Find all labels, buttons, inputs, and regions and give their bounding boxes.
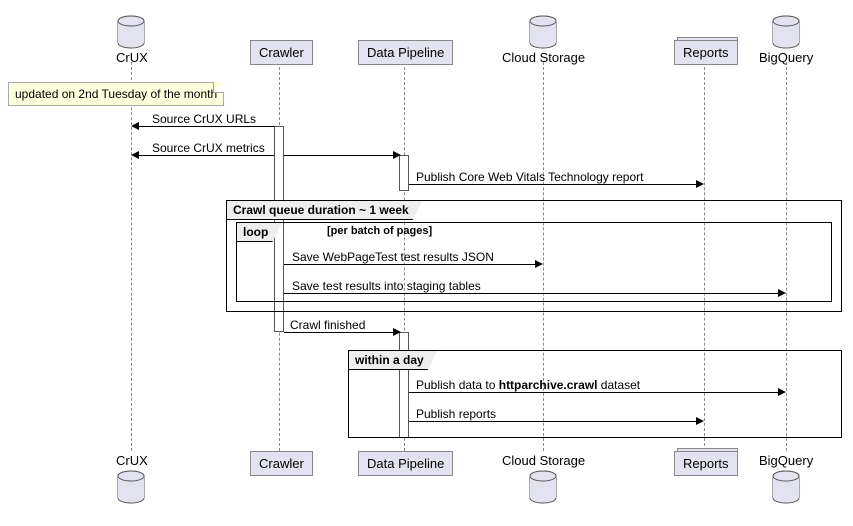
frame-within-day: within a day bbox=[348, 350, 842, 438]
participant-pipeline-top: Data Pipeline bbox=[358, 40, 453, 65]
arrow-line bbox=[139, 155, 274, 156]
arrow-line bbox=[284, 332, 393, 333]
frame-subtitle: [per batch of pages] bbox=[327, 225, 432, 237]
participant-bigquery-bottom: BigQuery bbox=[759, 453, 813, 468]
db-icon bbox=[529, 15, 557, 49]
arrow-head bbox=[778, 289, 786, 297]
db-icon bbox=[529, 470, 557, 504]
participant-reports-top: Reports bbox=[674, 40, 738, 65]
lifeline-crux bbox=[131, 62, 132, 451]
msg-save-wpt: Save WebPageTest test results JSON bbox=[292, 250, 494, 264]
msg-crawl-finished: Crawl finished bbox=[290, 318, 365, 332]
participant-crux-bottom: CrUX bbox=[116, 453, 148, 468]
db-icon bbox=[117, 15, 145, 49]
participant-reports-bottom: Reports bbox=[674, 451, 738, 476]
participant-bigquery-top: BigQuery bbox=[759, 50, 813, 65]
msg-save-staging: Save test results into staging tables bbox=[292, 279, 481, 293]
participant-storage-top: Cloud Storage bbox=[502, 50, 585, 65]
participant-crawler-bottom: Crawler bbox=[250, 451, 313, 476]
arrow-line bbox=[284, 293, 778, 294]
arrow-head bbox=[393, 151, 401, 159]
arrow-line bbox=[139, 126, 274, 127]
db-icon bbox=[772, 15, 800, 49]
frame-title: Crawl queue duration ~ 1 week bbox=[226, 200, 423, 220]
arrow-head bbox=[696, 180, 704, 188]
arrow-line bbox=[284, 155, 399, 156]
arrow-head bbox=[696, 417, 704, 425]
arrow-head bbox=[535, 260, 543, 268]
arrow-head bbox=[778, 388, 786, 396]
participant-crux-top: CrUX bbox=[116, 50, 148, 65]
participant-crawler-top: Crawler bbox=[250, 40, 313, 65]
msg-publish-reports: Publish reports bbox=[416, 407, 496, 421]
msg-publish-dataset: Publish data to httparchive.crawl datase… bbox=[416, 378, 640, 392]
msg-source-urls: Source CrUX URLs bbox=[152, 112, 256, 126]
msg-cwv-report: Publish Core Web Vitals Technology repor… bbox=[416, 170, 643, 184]
arrow-line bbox=[409, 392, 778, 393]
msg-source-metrics: Source CrUX metrics bbox=[152, 141, 265, 155]
arrow-line bbox=[409, 184, 696, 185]
arrow-head bbox=[131, 122, 139, 130]
arrow-head bbox=[131, 151, 139, 159]
arrow-line bbox=[409, 421, 696, 422]
participant-pipeline-bottom: Data Pipeline bbox=[358, 451, 453, 476]
arrow-line bbox=[284, 264, 535, 265]
sequence-diagram: CrUX Crawler Data Pipeline Cloud Storage… bbox=[0, 0, 853, 526]
db-icon bbox=[772, 470, 800, 504]
frame-title: within a day bbox=[348, 350, 438, 370]
note-update: updated on 2nd Tuesday of the month bbox=[8, 82, 224, 106]
frame-title: loop bbox=[236, 222, 282, 242]
db-icon bbox=[117, 470, 145, 504]
participant-storage-bottom: Cloud Storage bbox=[502, 453, 585, 468]
arrow-head bbox=[393, 328, 401, 336]
activation-pipeline-1 bbox=[399, 155, 409, 191]
